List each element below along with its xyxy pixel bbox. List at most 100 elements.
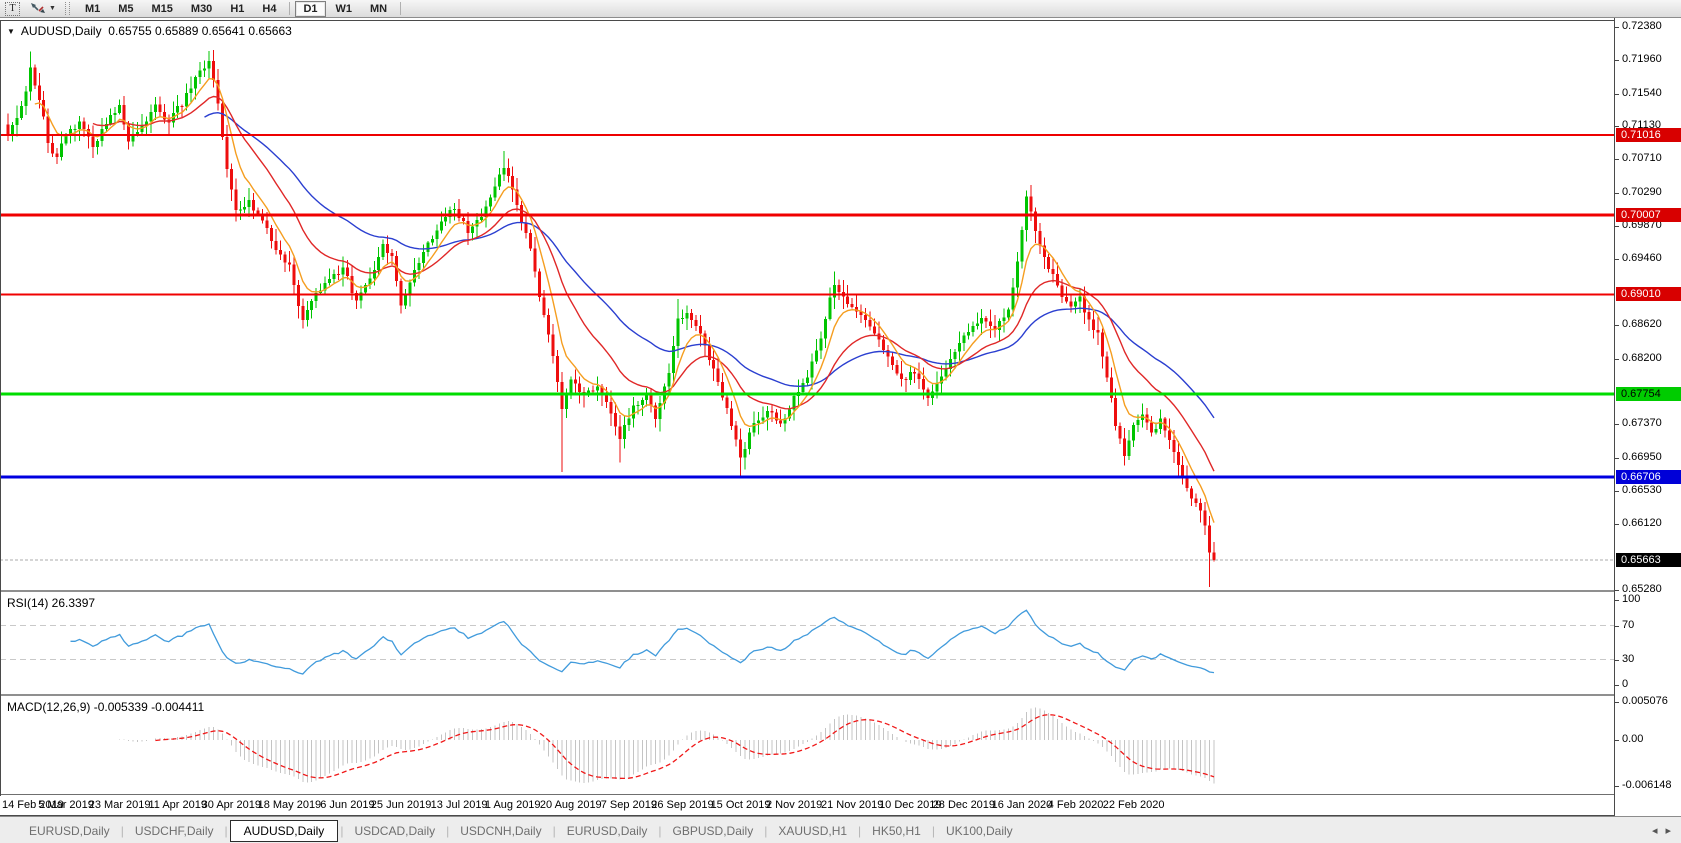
axis-tick bbox=[1615, 226, 1619, 227]
price-chart-canvas[interactable] bbox=[0, 0, 1614, 816]
rsi-axis-label: 70 bbox=[1622, 619, 1634, 631]
axis-tick bbox=[1615, 626, 1619, 627]
chart-tab-eurusd-daily[interactable]: EURUSD,Daily bbox=[18, 821, 121, 841]
axis-tick bbox=[1615, 325, 1619, 326]
timeframe-button-m15[interactable]: M15 bbox=[144, 1, 181, 17]
tab-scroll-right-icon[interactable]: ▸ bbox=[1665, 824, 1671, 837]
date-tick-label: 25 Jun 2019 bbox=[369, 799, 433, 811]
price-axis[interactable]: 0.723800.719600.715400.711300.707100.702… bbox=[1614, 17, 1681, 816]
price-axis-label: 0.69460 bbox=[1622, 252, 1662, 264]
tab-scroll-left-icon[interactable]: ◂ bbox=[1652, 824, 1658, 837]
symbol-name: AUDUSD,Daily bbox=[21, 24, 102, 38]
chart-tab-hk50-h1[interactable]: HK50,H1 bbox=[861, 821, 932, 841]
date-axis[interactable]: 14 Feb 20195 Mar 201923 Mar 201911 Apr 2… bbox=[0, 796, 1614, 815]
timeframe-button-h1[interactable]: H1 bbox=[222, 1, 252, 17]
axis-tick bbox=[1615, 702, 1619, 703]
price-axis-label: 0.72380 bbox=[1622, 20, 1662, 32]
price-line-badge: 0.71016 bbox=[1616, 128, 1681, 142]
axis-tick bbox=[1615, 193, 1619, 194]
axis-tick bbox=[1615, 660, 1619, 661]
timeframe-button-m30[interactable]: M30 bbox=[183, 1, 220, 17]
price-line-badge: 0.67754 bbox=[1616, 387, 1681, 401]
text-tool-icon: T bbox=[5, 2, 20, 16]
price-axis-label: 0.68620 bbox=[1622, 318, 1662, 330]
timeframe-button-d1[interactable]: D1 bbox=[295, 1, 325, 17]
timeframe-button-h4[interactable]: H4 bbox=[254, 1, 284, 17]
price-axis-label: 0.68200 bbox=[1622, 352, 1662, 364]
axis-tick bbox=[1615, 600, 1619, 601]
chart-tab-uk100-daily[interactable]: UK100,Daily bbox=[935, 821, 1024, 841]
date-tick-label: 2 Nov 2019 bbox=[762, 799, 826, 811]
chart-tab-usdcad-daily[interactable]: USDCAD,Daily bbox=[343, 821, 446, 841]
axis-tick bbox=[1615, 590, 1619, 591]
price-axis-label: 0.70710 bbox=[1622, 152, 1662, 164]
price-line-badge: 0.66706 bbox=[1616, 470, 1681, 484]
axis-tick bbox=[1615, 524, 1619, 525]
timeframe-button-w1[interactable]: W1 bbox=[328, 1, 361, 17]
arrow-objects-button[interactable]: ▼ bbox=[26, 1, 60, 16]
axis-tick bbox=[1615, 259, 1619, 260]
axis-tick bbox=[1615, 491, 1619, 492]
date-tick-label: 1 Aug 2019 bbox=[481, 799, 545, 811]
axis-tick bbox=[1615, 27, 1619, 28]
rsi-axis-label: 100 bbox=[1622, 593, 1640, 605]
date-tick-label: 30 Apr 2019 bbox=[199, 799, 263, 811]
chart-tab-usdcnh-daily[interactable]: USDCNH,Daily bbox=[449, 821, 552, 841]
price-axis-label: 0.71540 bbox=[1622, 87, 1662, 99]
axis-tick bbox=[1615, 359, 1619, 360]
price-axis-label: 0.66950 bbox=[1622, 451, 1662, 463]
price-axis-label: 0.66120 bbox=[1622, 517, 1662, 529]
text-label-tool-button[interactable]: T bbox=[1, 1, 24, 16]
price-axis-label: 0.71960 bbox=[1622, 53, 1662, 65]
date-tick-label: 23 Mar 2019 bbox=[88, 799, 152, 811]
timeframe-button-m5[interactable]: M5 bbox=[110, 1, 141, 17]
caret-down-icon: ▼ bbox=[49, 5, 56, 12]
timeframe-button-m1[interactable]: M1 bbox=[77, 1, 108, 17]
axis-tick bbox=[1615, 94, 1619, 95]
toolbar-separator bbox=[400, 2, 401, 15]
arrows-icon bbox=[30, 2, 46, 15]
date-tick-label: 4 Feb 2020 bbox=[1044, 799, 1108, 811]
toolbar-grip[interactable] bbox=[65, 2, 70, 15]
chart-tab-eurusd-daily[interactable]: EURUSD,Daily bbox=[556, 821, 659, 841]
macd-axis-label: 0.005076 bbox=[1622, 695, 1668, 707]
chart-tab-bar: EURUSD,Daily|USDCHF,Daily|AUDUSD,Daily|U… bbox=[0, 816, 1681, 843]
chart-tab-gbpusd-daily[interactable]: GBPUSD,Daily bbox=[662, 821, 765, 841]
axis-tick bbox=[1615, 685, 1619, 686]
axis-tick bbox=[1615, 60, 1619, 61]
price-axis-label: 0.67370 bbox=[1622, 417, 1662, 429]
chart-tab-xauusd-h1[interactable]: XAUUSD,H1 bbox=[767, 821, 858, 841]
macd-axis-label: 0.00 bbox=[1622, 733, 1643, 745]
timeframe-button-mn[interactable]: MN bbox=[362, 1, 395, 17]
rsi-axis-label: 0 bbox=[1622, 678, 1628, 690]
chart-tab-audusd-daily[interactable]: AUDUSD,Daily bbox=[230, 820, 339, 842]
toolbar-separator bbox=[289, 2, 290, 15]
date-tick-label: 28 Dec 2019 bbox=[932, 799, 996, 811]
date-tick-label: 18 May 2019 bbox=[257, 799, 321, 811]
axis-tick bbox=[1615, 424, 1619, 425]
date-tick-label: 21 Nov 2019 bbox=[820, 799, 884, 811]
rsi-axis-label: 30 bbox=[1622, 653, 1634, 665]
tab-separator: | bbox=[225, 824, 228, 838]
axis-tick bbox=[1615, 159, 1619, 160]
rsi-indicator-label: RSI(14) 26.3397 bbox=[7, 596, 95, 610]
mt4-chart-window: T ▼ M1M5M15M30H1H4 D1W1MN ▼ AUDUSD,Daily 0… bbox=[0, 0, 1681, 843]
chart-tab-usdchf-daily[interactable]: USDCHF,Daily bbox=[124, 821, 225, 841]
axis-tick bbox=[1615, 458, 1619, 459]
price-line-badge: 0.69010 bbox=[1616, 287, 1681, 301]
axis-tick bbox=[1615, 740, 1619, 741]
axis-tick bbox=[1615, 786, 1619, 787]
axis-tick bbox=[1615, 126, 1619, 127]
ohlc-readout: 0.65755 0.65889 0.65641 0.65663 bbox=[108, 24, 292, 38]
date-tick-label: 26 Sep 2019 bbox=[650, 799, 714, 811]
chart-title: ▼ AUDUSD,Daily 0.65755 0.65889 0.65641 0.… bbox=[7, 24, 292, 38]
date-tick-label: 22 Feb 2020 bbox=[1102, 799, 1166, 811]
tab-scroll-controls: ◂ ▸ bbox=[1652, 824, 1671, 837]
price-line-badge: 0.65663 bbox=[1616, 553, 1681, 567]
macd-indicator-label: MACD(12,26,9) -0.005339 -0.004411 bbox=[7, 700, 204, 714]
price-axis-label: 0.70290 bbox=[1622, 186, 1662, 198]
date-tick-label: 20 Aug 2019 bbox=[539, 799, 603, 811]
timeframe-toolbar: T ▼ M1M5M15M30H1H4 D1W1MN bbox=[0, 0, 1681, 18]
symbol-dropdown-icon[interactable]: ▼ bbox=[7, 27, 15, 36]
price-axis-label: 0.66530 bbox=[1622, 484, 1662, 496]
